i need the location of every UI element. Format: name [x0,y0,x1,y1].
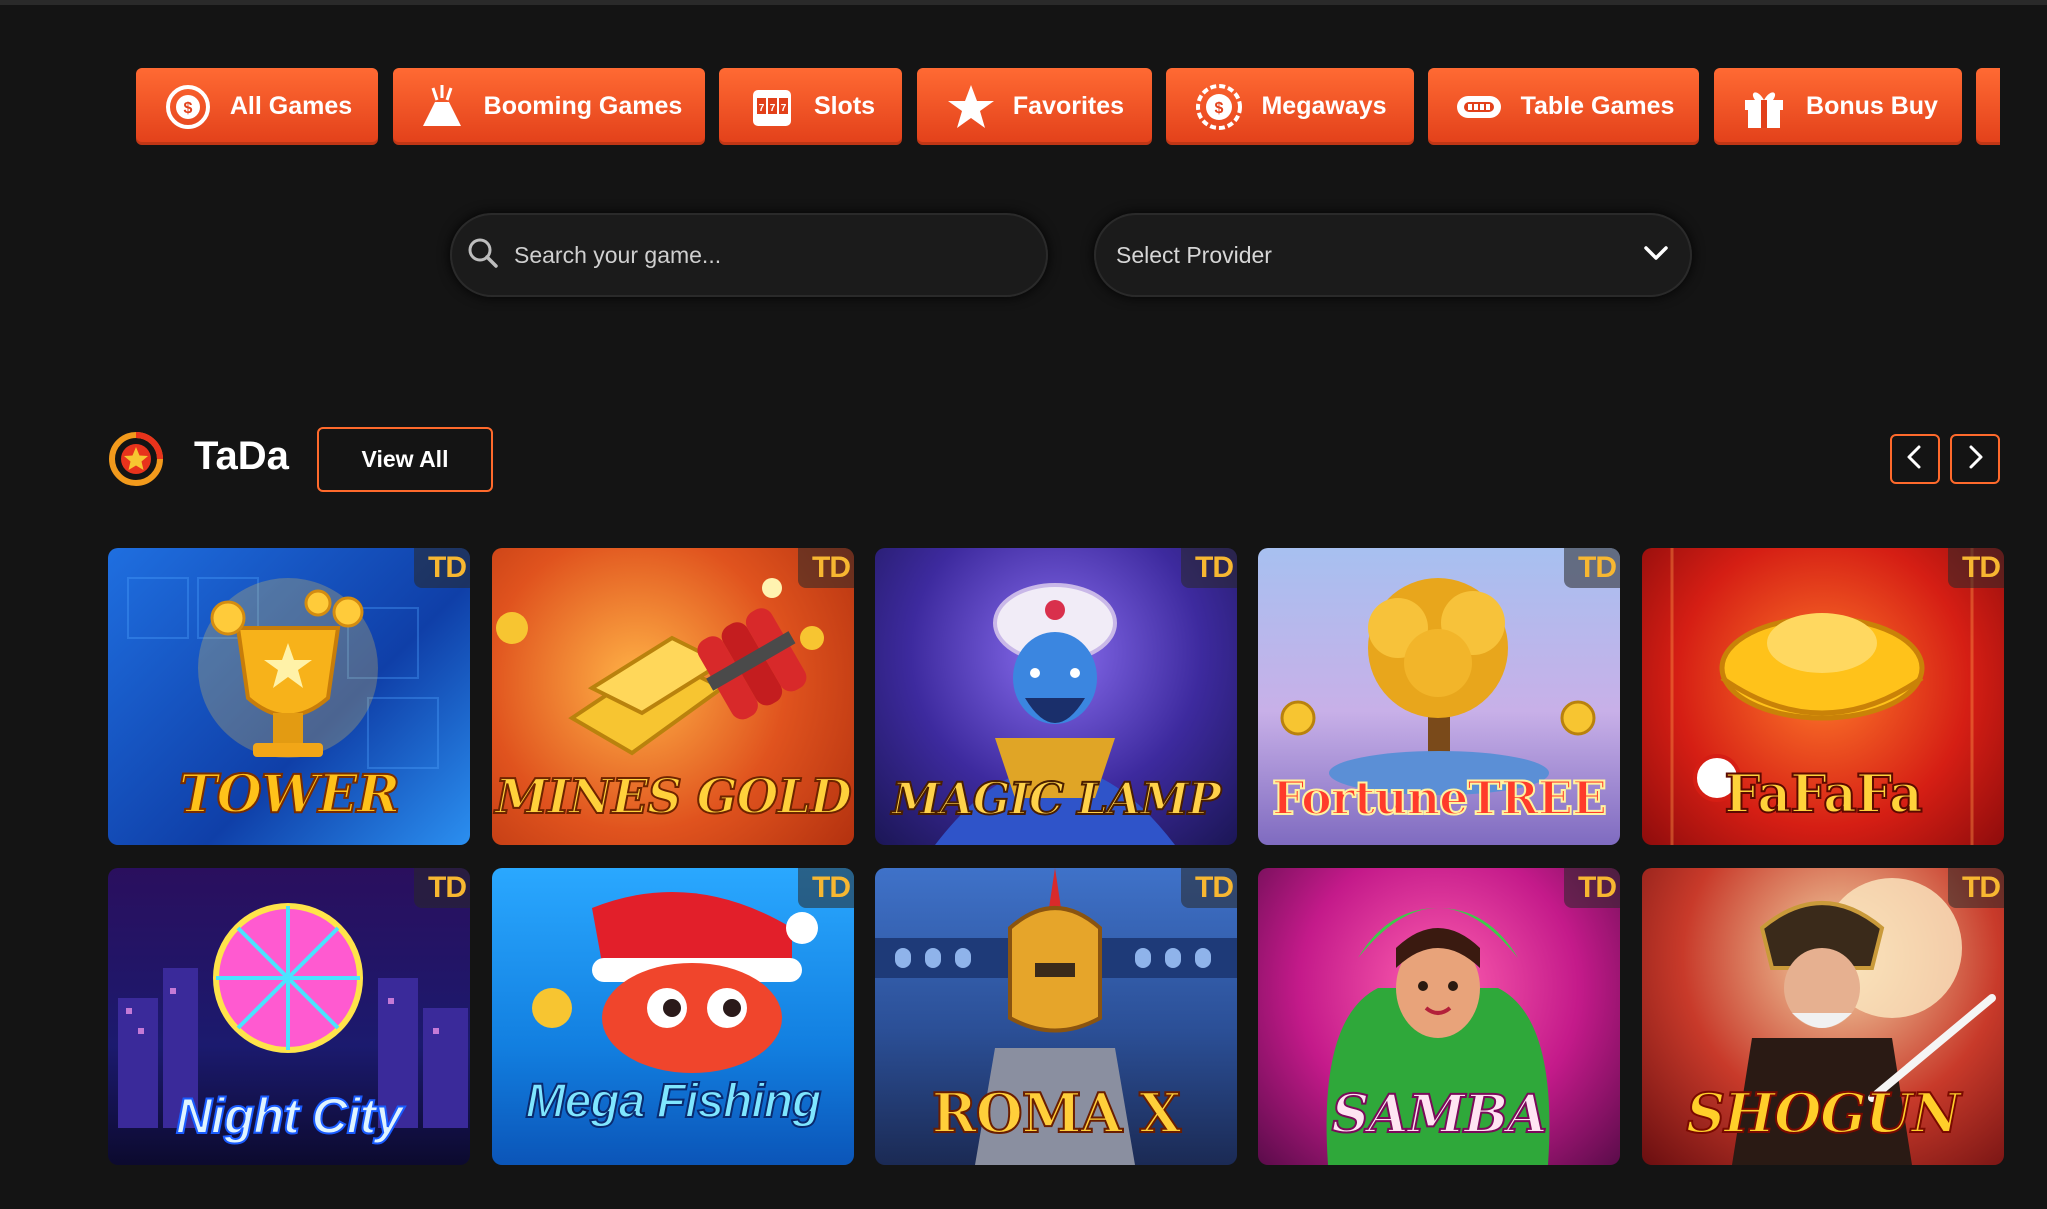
svg-text:7: 7 [759,103,765,114]
game-title: SAMBA [1331,1083,1549,1146]
game-card-magic-lamp[interactable]: TD MAGIC LAMP [875,548,1237,845]
category-megaways[interactable]: $ Megaways [1166,68,1414,145]
provider-badge: TD [798,548,854,588]
top-divider [0,0,2047,5]
search-input[interactable] [512,240,996,270]
chevron-down-icon [1642,242,1670,269]
category-slots[interactable]: 777 Slots [719,68,902,145]
game-card-samba[interactable]: TD SAMBA [1258,868,1620,1165]
gift-icon [1738,81,1790,133]
category-overflow[interactable] [1976,68,2000,145]
game-title: FaFaFa [1723,763,1923,826]
game-title: Night City [175,1087,404,1145]
provider-badge: TD [1948,868,2004,908]
tada-logo-icon [108,431,164,487]
game-title: ROMA X [931,1080,1182,1146]
view-all-button[interactable]: View All [317,427,493,492]
game-title: MINES GOLD [494,768,853,826]
category-label: All Games [229,92,353,120]
category-bonus-buy[interactable]: Bonus Buy [1714,68,1962,145]
category-label: Bonus Buy [1806,92,1938,120]
dollar-chip-icon: $ [1193,81,1245,133]
game-title: TOWER [178,763,401,826]
provider-badge: TD [1564,548,1620,588]
game-card-mines-gold[interactable]: TD MINES GOLD [492,548,854,845]
provider-select[interactable]: Select Provider [1094,213,1692,297]
provider-select-value: Select Provider [1116,241,1272,268]
svg-text:$: $ [183,100,192,117]
category-bar: $ All Games Booming Games 777 Slots Favo… [136,68,2000,145]
dollar-coin-icon: $ [162,81,214,133]
game-card-fortune-tree[interactable]: TD FortuneTREE [1258,548,1620,845]
game-card-tower[interactable]: TD TOWER [108,548,470,845]
category-booming-games[interactable]: Booming Games [393,68,705,145]
category-label: Table Games [1520,92,1675,120]
svg-text:7: 7 [781,103,787,114]
game-card-fafafa[interactable]: TD FaFaFa [1642,548,2004,845]
provider-badge: TD [1564,868,1620,908]
star-icon [945,81,997,133]
game-card-night-city[interactable]: TD Night City [108,868,470,1165]
category-label: Favorites [1012,92,1125,120]
search-box [450,213,1048,297]
carousel-prev-button[interactable] [1890,434,1940,484]
category-label: Megaways [1261,92,1387,120]
game-card-mega-fishing[interactable]: TD Mega Fishing [492,868,854,1165]
category-favorites[interactable]: Favorites [917,68,1152,145]
game-title: FortuneTREE [1271,770,1608,826]
provider-badge: TD [1181,868,1237,908]
category-label: Booming Games [483,92,683,120]
category-table-games[interactable]: Table Games [1428,68,1699,145]
search-icon [466,236,500,275]
game-card-shogun[interactable]: TD SHOGUN [1642,868,2004,1165]
provider-badge: TD [798,868,854,908]
chevron-left-icon [1904,444,1926,475]
svg-text:$: $ [1215,100,1224,117]
category-label: Slots [813,92,876,120]
volcano-icon [416,81,468,133]
provider-badge: TD [414,868,470,908]
carousel-next-button[interactable] [1950,434,2000,484]
game-title: SHOGUN [1685,1080,1962,1146]
provider-badge: TD [1948,548,2004,588]
table-icon [1453,81,1505,133]
category-all-games[interactable]: $ All Games [136,68,378,145]
slot-machine-icon: 777 [746,81,798,133]
provider-badge: TD [414,548,470,588]
svg-text:7: 7 [770,103,776,114]
provider-badge: TD [1181,548,1237,588]
chevron-right-icon [1964,444,1986,475]
game-title: Mega Fishing [525,1074,823,1129]
section-title: TaDa [194,434,289,478]
game-card-roma-x[interactable]: TD ROMA X [875,868,1237,1165]
game-title: MAGIC LAMP [891,773,1222,826]
